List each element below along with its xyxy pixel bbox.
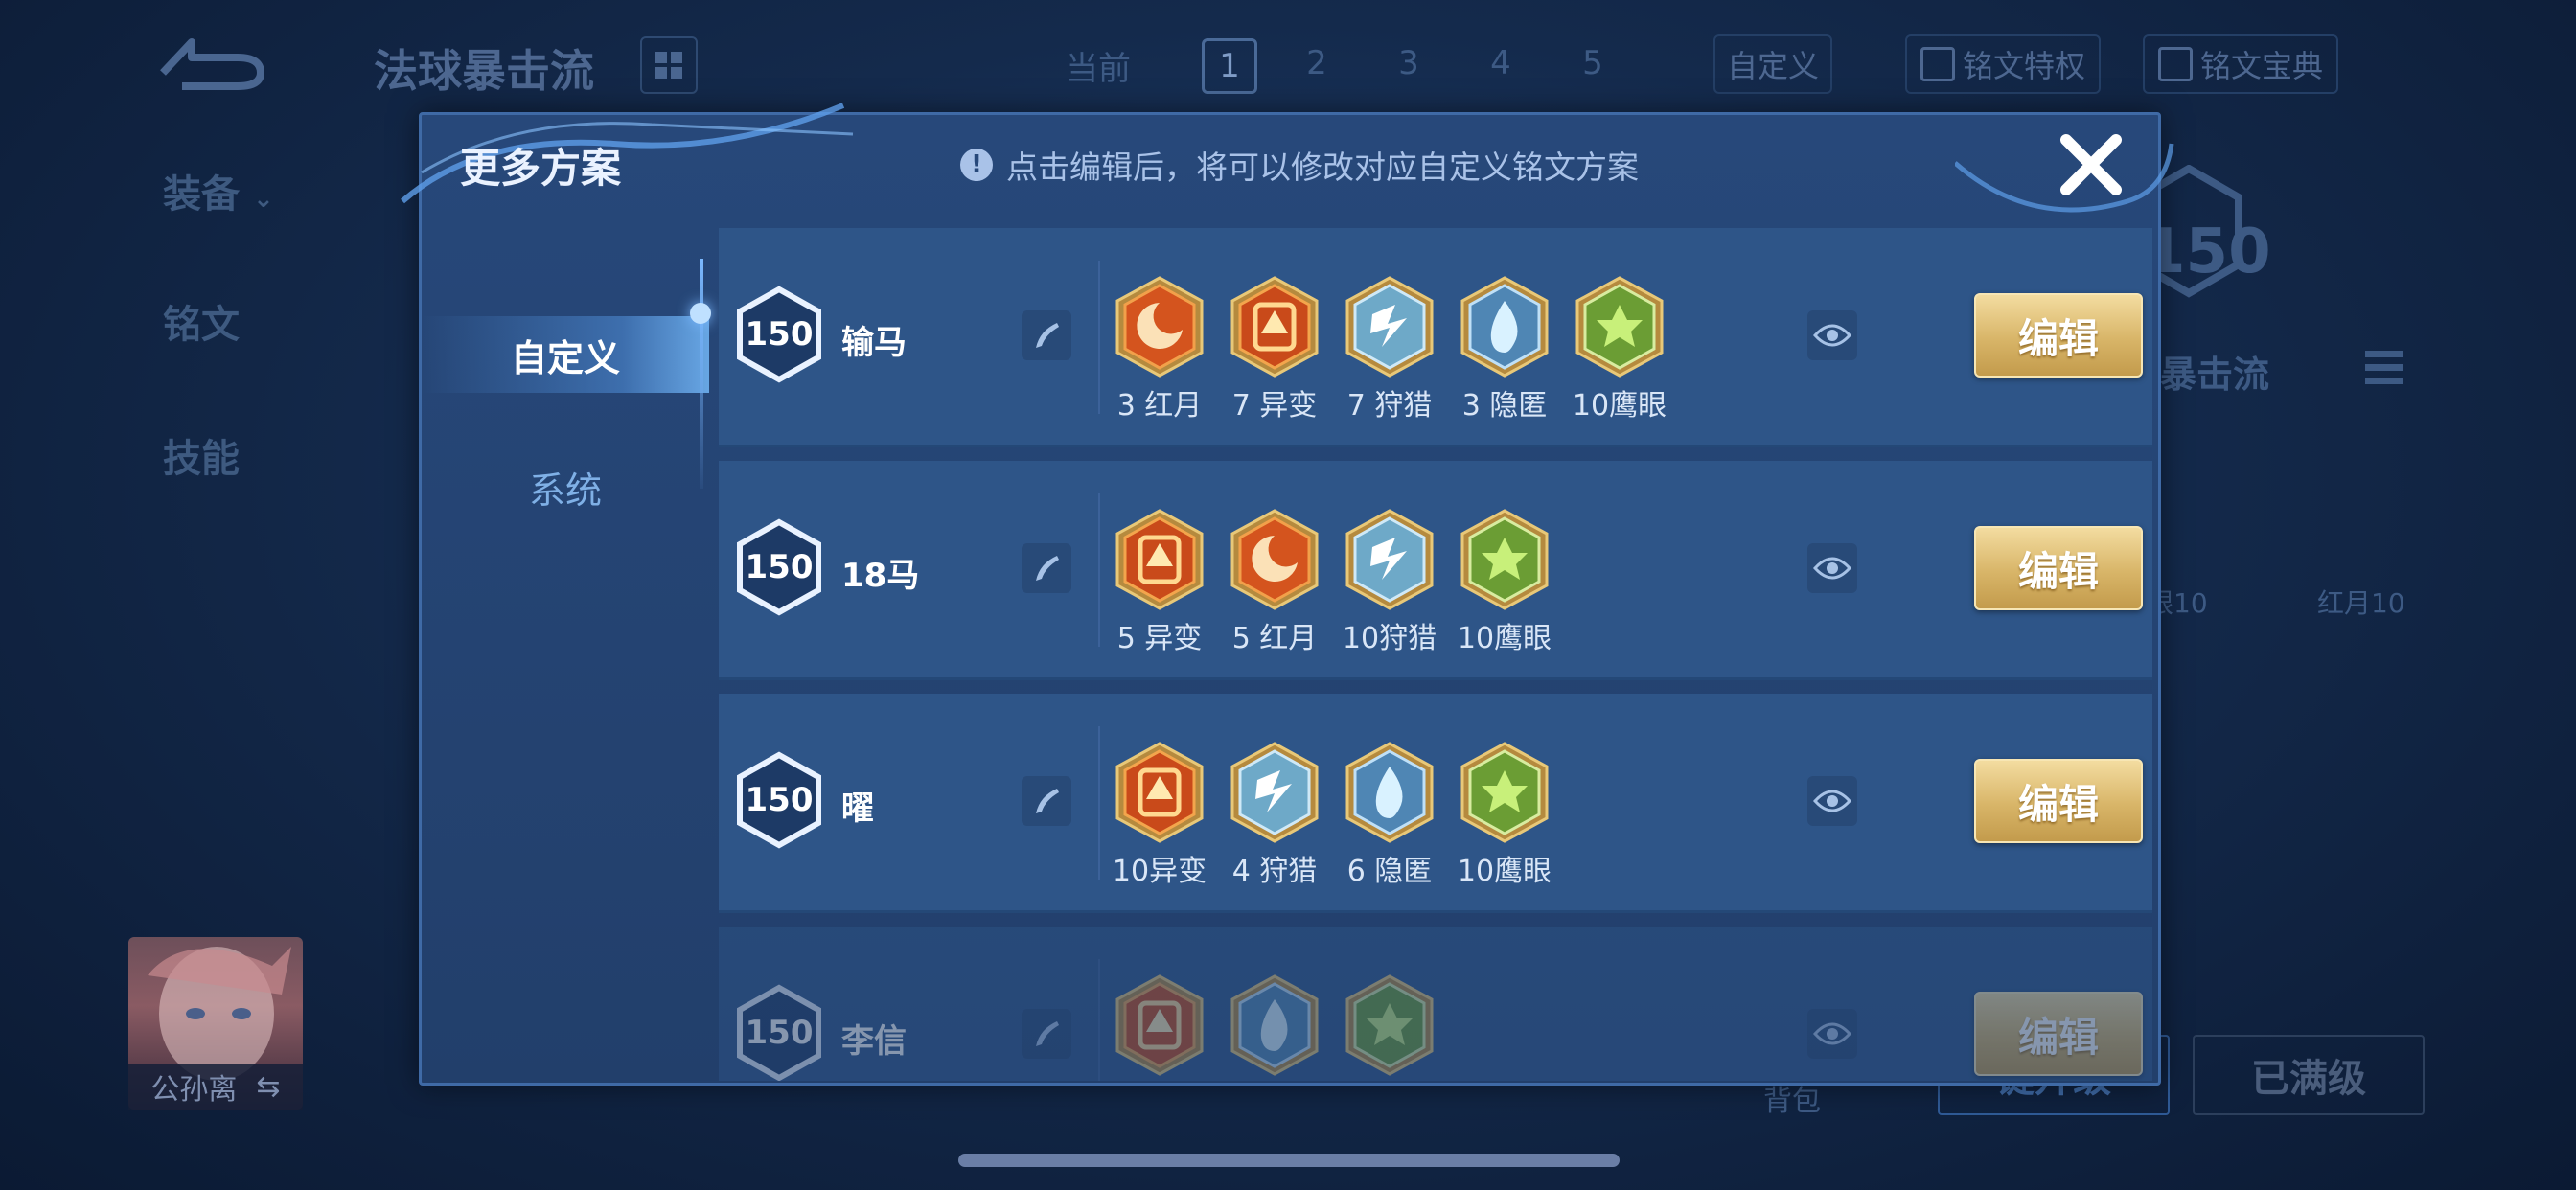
current-label: 当前 (1066, 50, 1131, 88)
treasure-label: 铭文宝典 (2199, 48, 2323, 84)
row-divider (1098, 726, 1100, 880)
hero-name: 公孙离 (150, 1073, 238, 1107)
scheme-row: 150 输马 3 红月 7 异变 7 狩猎 3 隐匿 10鹰眼 编辑 (719, 228, 2152, 447)
edit-button[interactable]: 编辑 (1974, 759, 2143, 843)
eye-icon[interactable] (1807, 543, 1857, 593)
rune-count-label: 5 红月 (1231, 622, 1318, 655)
rune-hunt-icon (1344, 276, 1436, 378)
rune-conceal-icon (1459, 276, 1551, 378)
right-rune-label-2: 红月10 (2317, 587, 2405, 619)
rune-mutation-icon (1114, 509, 1206, 610)
category-column: 自定义 系统 (422, 228, 709, 1081)
rune-count-label: 5 异变 (1116, 622, 1203, 655)
hero-name-bar[interactable]: 公孙离 ⇆ (128, 1064, 303, 1110)
rune-count-label: 3 隐匿 (1461, 389, 1548, 423)
row-divider (1098, 493, 1100, 647)
rune-count-label: 10鹰眼 (1572, 389, 1668, 423)
privilege-label: 铭文特权 (1962, 48, 2085, 84)
switch-icon: ⇆ (256, 1069, 281, 1104)
page-tab-3[interactable]: 3 (1384, 38, 1434, 88)
page-tab-2[interactable]: 2 (1292, 38, 1342, 88)
page-tab-4[interactable]: 4 (1476, 38, 1526, 88)
category-indicator-dot (690, 303, 711, 324)
rune-mutation-icon (1114, 742, 1206, 843)
page-tab-1[interactable]: 1 (1202, 38, 1257, 94)
rune-count-label: 10异变 (1112, 855, 1208, 888)
eye-icon[interactable] (1807, 310, 1857, 360)
scheme-name: 输马 (841, 324, 907, 362)
pencil-icon[interactable] (1022, 543, 1071, 593)
eye-icon[interactable] (1807, 1009, 1857, 1059)
scheme-name: 曜 (841, 790, 874, 828)
rune-privilege-button[interactable]: 铭文特权 (1905, 34, 2101, 94)
level-value: 150 (745, 1014, 814, 1052)
scheme-row: 150 曜 10异变 4 狩猎 6 隐匿 10鹰眼 编辑 (719, 694, 2152, 913)
rune-hawk-eye-icon (1459, 509, 1551, 610)
rune-hawk-eye-icon (1344, 974, 1436, 1076)
grid-icon[interactable] (640, 36, 698, 94)
right-scheme-name: 暴击流 (2160, 354, 2270, 396)
pencil-icon[interactable] (1022, 310, 1071, 360)
rune-red-moon-icon (1229, 509, 1321, 610)
category-divider (700, 259, 703, 489)
rune-count-label: 7 狩猎 (1346, 389, 1433, 423)
menu-icon[interactable] (2365, 345, 2404, 397)
side-nav-rune[interactable]: 铭文 (163, 293, 240, 349)
modal-title: 更多方案 (460, 145, 622, 192)
rune-hawk-eye-icon (1459, 742, 1551, 843)
scheme-list[interactable]: 150 输马 3 红月 7 异变 7 狩猎 3 隐匿 10鹰眼 编辑 150 18马 5 异变 5 红… (719, 228, 2152, 1081)
eye-icon[interactable] (1807, 776, 1857, 826)
rune-count-label: 10鹰眼 (1457, 855, 1552, 888)
rune-treasure-button[interactable]: 铭文宝典 (2143, 34, 2338, 94)
more-schemes-modal: 更多方案 ! 点击编辑后，将可以修改对应自定义铭文方案 自定义 系统 150 输马… (401, 103, 2174, 1086)
hint: ! 点击编辑后，将可以修改对应自定义铭文方案 (960, 142, 1639, 188)
rune-hawk-eye-icon (1574, 276, 1666, 378)
rune-hunt-icon (1229, 742, 1321, 843)
scheme-name: 李信 (841, 1022, 907, 1061)
scheme-name: 18马 (841, 557, 920, 595)
level-value: 150 (745, 548, 814, 586)
rune-count-label: 10狩猎 (1342, 622, 1438, 655)
category-custom[interactable]: 自定义 (422, 316, 709, 393)
pencil-icon[interactable] (1022, 776, 1071, 826)
rune-mutation-icon (1229, 276, 1321, 378)
home-indicator (958, 1154, 1620, 1167)
rune-count-label: 10鹰眼 (1457, 622, 1552, 655)
treasure-icon (2157, 47, 2193, 81)
edit-button[interactable]: 编辑 (1974, 526, 2143, 610)
custom-button[interactable]: 自定义 (1714, 34, 1832, 94)
rune-conceal-icon (1344, 742, 1436, 843)
level-value: 150 (745, 781, 814, 819)
row-divider (1098, 959, 1100, 1081)
rune-count-label: 3 红月 (1116, 389, 1203, 423)
scheme-row: 150 18马 5 异变 5 红月 10狩猎 10鹰眼 编辑 (719, 461, 2152, 680)
edit-button[interactable]: 编辑 (1974, 293, 2143, 378)
hint-text: 点击编辑后，将可以修改对应自定义铭文方案 (1006, 149, 1639, 186)
level-value: 150 (745, 315, 814, 354)
page-tab-5[interactable]: 5 (1568, 38, 1618, 88)
edit-button[interactable]: 编辑 (1974, 992, 2143, 1076)
back-arrow-icon[interactable] (153, 33, 268, 90)
page-title: 法球暴击流 (374, 45, 594, 97)
privilege-icon (1920, 47, 1955, 81)
close-icon[interactable] (2057, 130, 2126, 199)
info-icon: ! (960, 149, 993, 181)
rune-hunt-icon (1344, 509, 1436, 610)
rune-mutation-icon (1114, 974, 1206, 1076)
rune-count-label: 4 狩猎 (1231, 855, 1318, 888)
side-nav-equipment[interactable]: 装备 ⌄ (163, 163, 274, 218)
side-nav-skill[interactable]: 技能 (163, 427, 240, 483)
maxed-button: 已满级 (2193, 1035, 2425, 1115)
category-system[interactable]: 系统 (422, 448, 709, 525)
pencil-icon[interactable] (1022, 1009, 1071, 1059)
row-divider (1098, 261, 1100, 414)
rune-conceal-icon (1229, 974, 1321, 1076)
rune-red-moon-icon (1114, 276, 1206, 378)
scheme-row: 150 李信 编辑 (719, 927, 2152, 1081)
rune-count-label: 6 隐匿 (1346, 855, 1433, 888)
rune-count-label: 7 异变 (1231, 389, 1318, 423)
